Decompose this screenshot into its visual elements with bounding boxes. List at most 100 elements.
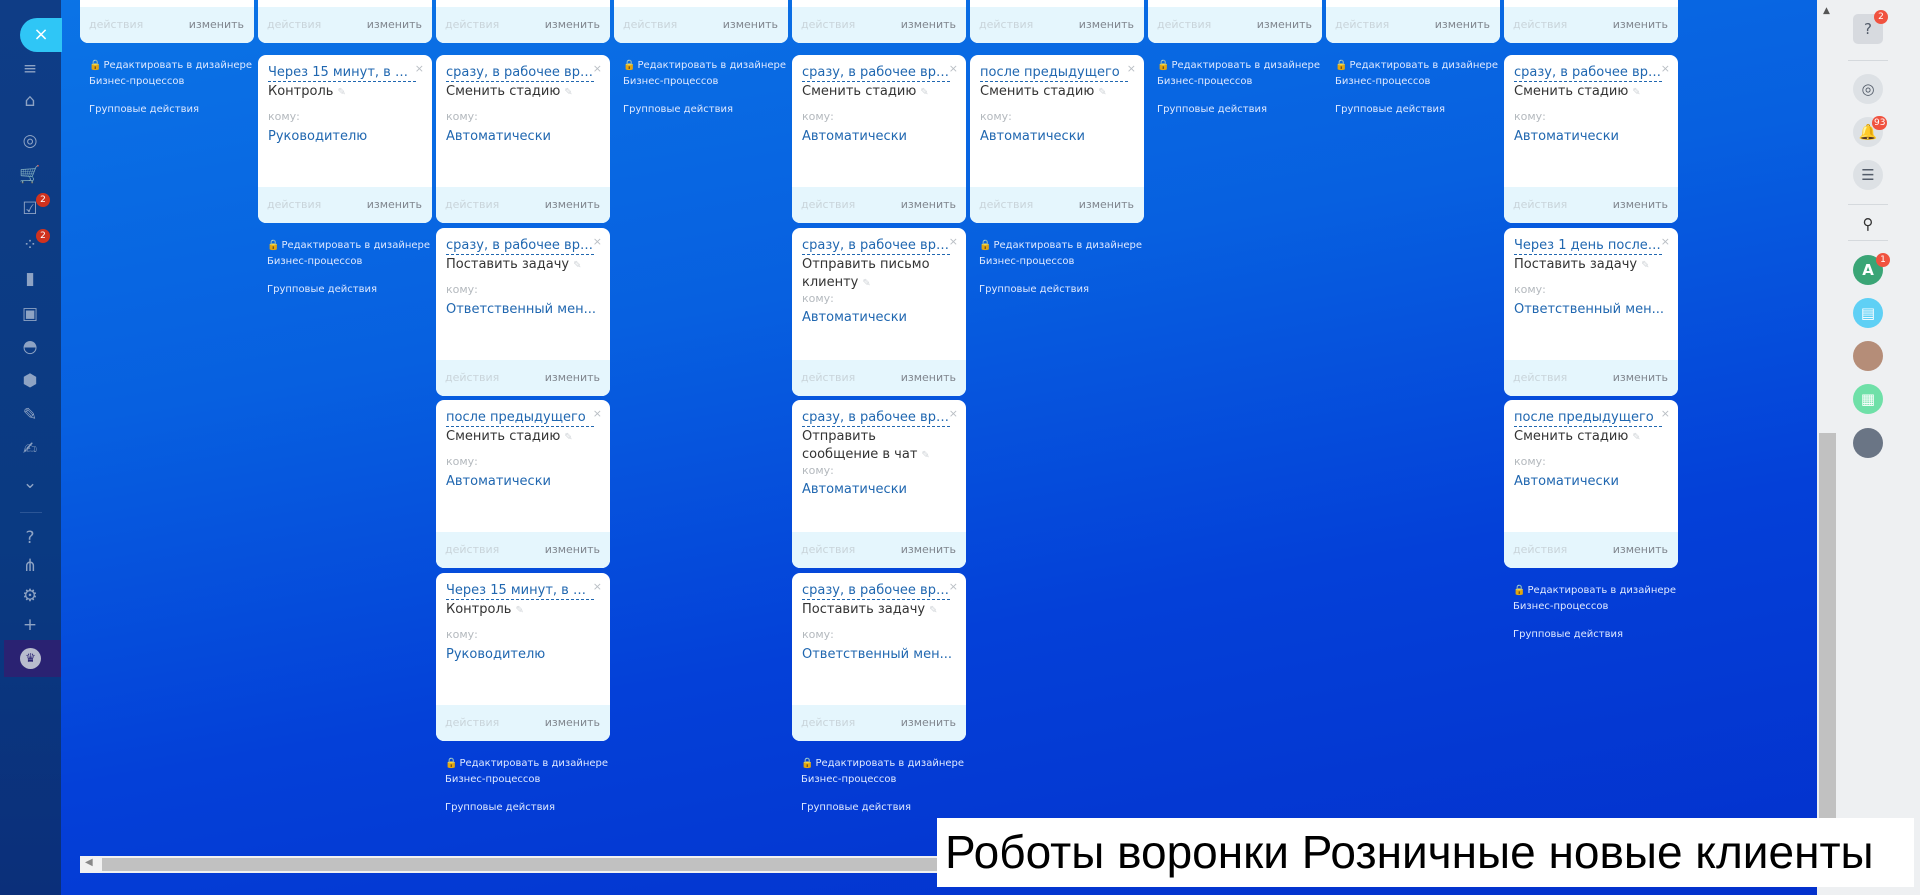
change-link[interactable]: изменить (1079, 7, 1134, 43)
pulse-button[interactable]: ◎ (1853, 74, 1883, 104)
robot-condition-link[interactable]: сразу, в рабочее время (802, 410, 950, 427)
actions-link[interactable]: действия (445, 187, 499, 223)
recipient-value[interactable]: Ответственный мен... (1514, 302, 1664, 317)
box-icon[interactable]: ⬢ (18, 370, 42, 392)
edit-in-designer-link[interactable]: 🔒 Редактировать в дизайнере Бизнес-процесс… (89, 58, 263, 90)
group-actions-link[interactable]: Групповые действия (979, 282, 1153, 298)
change-link[interactable]: изменить (545, 7, 600, 43)
robot-condition-link[interactable]: сразу, в рабочее время (802, 583, 950, 600)
recipient-value[interactable]: Автоматически (802, 310, 907, 325)
delete-robot-icon[interactable]: × (593, 407, 602, 420)
help-icon[interactable]: ? (18, 527, 42, 549)
edit-in-designer-link[interactable]: 🔒 Редактировать в дизайнере Бизнес-процесс… (267, 238, 441, 270)
edit-in-designer-link[interactable]: 🔒 Редактировать в дизайнере Бизнес-процесс… (1335, 58, 1509, 90)
robot-card-partial[interactable]: действия изменить (970, 0, 1144, 43)
robot-card[interactable]: после предыдущего × Сменить стадию ✎ кому: Ав… (436, 400, 610, 568)
change-link[interactable]: изменить (545, 532, 600, 568)
robot-condition-link[interactable]: после предыдущего (446, 410, 594, 427)
change-link[interactable]: изменить (901, 705, 956, 741)
robot-condition-link[interactable]: после предыдущего (980, 65, 1128, 82)
news-avatar[interactable]: ▦ (1853, 384, 1883, 414)
edit-title-icon[interactable]: ✎ (564, 87, 572, 98)
group-actions-link[interactable]: Групповые действия (801, 800, 975, 816)
change-link[interactable]: изменить (901, 187, 956, 223)
robot-card[interactable]: сразу, в рабочее время × Сменить стадию ✎ ко… (436, 55, 610, 223)
group-actions-link[interactable]: Групповые действия (445, 800, 619, 816)
home-icon[interactable]: ⌂ (18, 90, 42, 112)
robot-icon[interactable]: ◓ (18, 336, 42, 358)
vertical-scrollbar-thumb[interactable] (1819, 433, 1836, 853)
robot-card[interactable]: Через 15 минут, в рабочее время× Контроль… (436, 573, 610, 741)
edit-title-icon[interactable]: ✎ (573, 260, 581, 271)
change-link[interactable]: изменить (901, 360, 956, 396)
chats-button[interactable]: ☰ (1853, 160, 1883, 190)
change-link[interactable]: изменить (367, 7, 422, 43)
document-icon[interactable]: ✎ (18, 404, 42, 426)
robot-condition-link[interactable]: сразу, в рабочее время (802, 238, 950, 255)
robot-card-partial[interactable]: действия изменить (1504, 0, 1678, 43)
change-link[interactable]: изменить (545, 705, 600, 741)
change-link[interactable]: изменить (1613, 532, 1668, 568)
edit-title-icon[interactable]: ✎ (929, 605, 937, 616)
robot-card[interactable]: сразу, в рабочее время × Сменить стадию ✎ ко… (1504, 55, 1678, 223)
group-actions-link[interactable]: Групповые действия (1157, 102, 1331, 118)
delete-robot-icon[interactable]: × (949, 235, 958, 248)
robot-card[interactable]: сразу, в рабочее время × Отправить письмо … (792, 228, 966, 396)
edit-in-designer-link[interactable]: 🔒 Редактировать в дизайнере Бизнес-процесс… (445, 756, 619, 788)
delete-robot-icon[interactable]: × (415, 62, 424, 75)
edit-title-icon[interactable]: ✎ (564, 432, 572, 443)
group-actions-link[interactable]: Групповые действия (623, 102, 797, 118)
robot-condition-link[interactable]: Через 1 день после Дедлайна (1514, 238, 1662, 255)
actions-link[interactable]: действия (979, 7, 1033, 43)
edit-title-icon[interactable]: ✎ (862, 278, 870, 289)
edit-title-icon[interactable]: ✎ (920, 87, 928, 98)
recipient-value[interactable]: Ответственный мен... (446, 302, 596, 317)
recipient-value[interactable]: Автоматически (1514, 474, 1619, 489)
contact-icon[interactable]: ▣ (18, 303, 42, 325)
delete-robot-icon[interactable]: × (1127, 62, 1136, 75)
robot-card[interactable]: Через 15 минут, в рабочее время× Контроль… (258, 55, 432, 223)
actions-link[interactable]: действия (1513, 532, 1567, 568)
actions-link[interactable]: действия (801, 705, 855, 741)
edit-in-designer-link[interactable]: 🔒 Редактировать в дизайнере Бизнес-процесс… (1513, 583, 1687, 615)
robot-card-partial[interactable]: действия изменить (436, 0, 610, 43)
recipient-value[interactable]: Руководителю (268, 129, 367, 144)
robot-card-partial[interactable]: действия изменить (792, 0, 966, 43)
robot-card[interactable]: после предыдущего × Сменить стадию ✎ кому: Ав… (1504, 400, 1678, 568)
edit-title-icon[interactable]: ✎ (1098, 87, 1106, 98)
actions-link[interactable]: действия (1513, 360, 1567, 396)
recipient-value[interactable]: Руководителю (446, 647, 545, 662)
actions-link[interactable]: действия (801, 532, 855, 568)
edit-in-designer-link[interactable]: 🔒 Редактировать в дизайнере Бизнес-процесс… (623, 58, 797, 90)
actions-link[interactable]: действия (445, 532, 499, 568)
actions-link[interactable]: действия (1335, 7, 1389, 43)
group-actions-link[interactable]: Групповые действия (267, 282, 441, 298)
robot-card-partial[interactable]: действия изменить (258, 0, 432, 43)
delete-robot-icon[interactable]: × (949, 62, 958, 75)
chart-icon[interactable]: ▮ (18, 268, 42, 290)
change-link[interactable]: изменить (1257, 7, 1312, 43)
delete-robot-icon[interactable]: × (1661, 407, 1670, 420)
change-link[interactable]: изменить (1079, 187, 1134, 223)
change-link[interactable]: изменить (723, 7, 778, 43)
change-link[interactable]: изменить (545, 360, 600, 396)
actions-link[interactable]: действия (1513, 7, 1567, 43)
robot-card[interactable]: сразу, в рабочее время × Поставить задачу ✎… (792, 573, 966, 741)
actions-link[interactable]: действия (267, 7, 321, 43)
edit-in-designer-link[interactable]: 🔒 Редактировать в дизайнере Бизнес-процесс… (801, 756, 975, 788)
edit-in-designer-link[interactable]: 🔒 Редактировать в дизайнере Бизнес-процесс… (979, 238, 1153, 270)
edit-title-icon[interactable]: ✎ (921, 450, 929, 461)
actions-link[interactable]: действия (267, 187, 321, 223)
recipient-value[interactable]: Автоматически (446, 129, 551, 144)
actions-link[interactable]: действия (445, 705, 499, 741)
robot-card[interactable]: после предыдущего × Сменить стадию ✎ кому: Ав… (970, 55, 1144, 223)
robot-card-partial[interactable]: действия изменить (80, 0, 254, 43)
change-link[interactable]: изменить (1613, 360, 1668, 396)
delete-robot-icon[interactable]: × (949, 580, 958, 593)
robot-card[interactable]: сразу, в рабочее время × Поставить задачу ✎… (436, 228, 610, 396)
robot-card[interactable]: сразу, в рабочее время × Сменить стадию ✎ ко… (792, 55, 966, 223)
scroll-left-icon[interactable]: ◀ (85, 857, 93, 868)
delete-robot-icon[interactable]: × (593, 580, 602, 593)
change-link[interactable]: изменить (545, 187, 600, 223)
edit-title-icon[interactable]: ✎ (515, 605, 523, 616)
